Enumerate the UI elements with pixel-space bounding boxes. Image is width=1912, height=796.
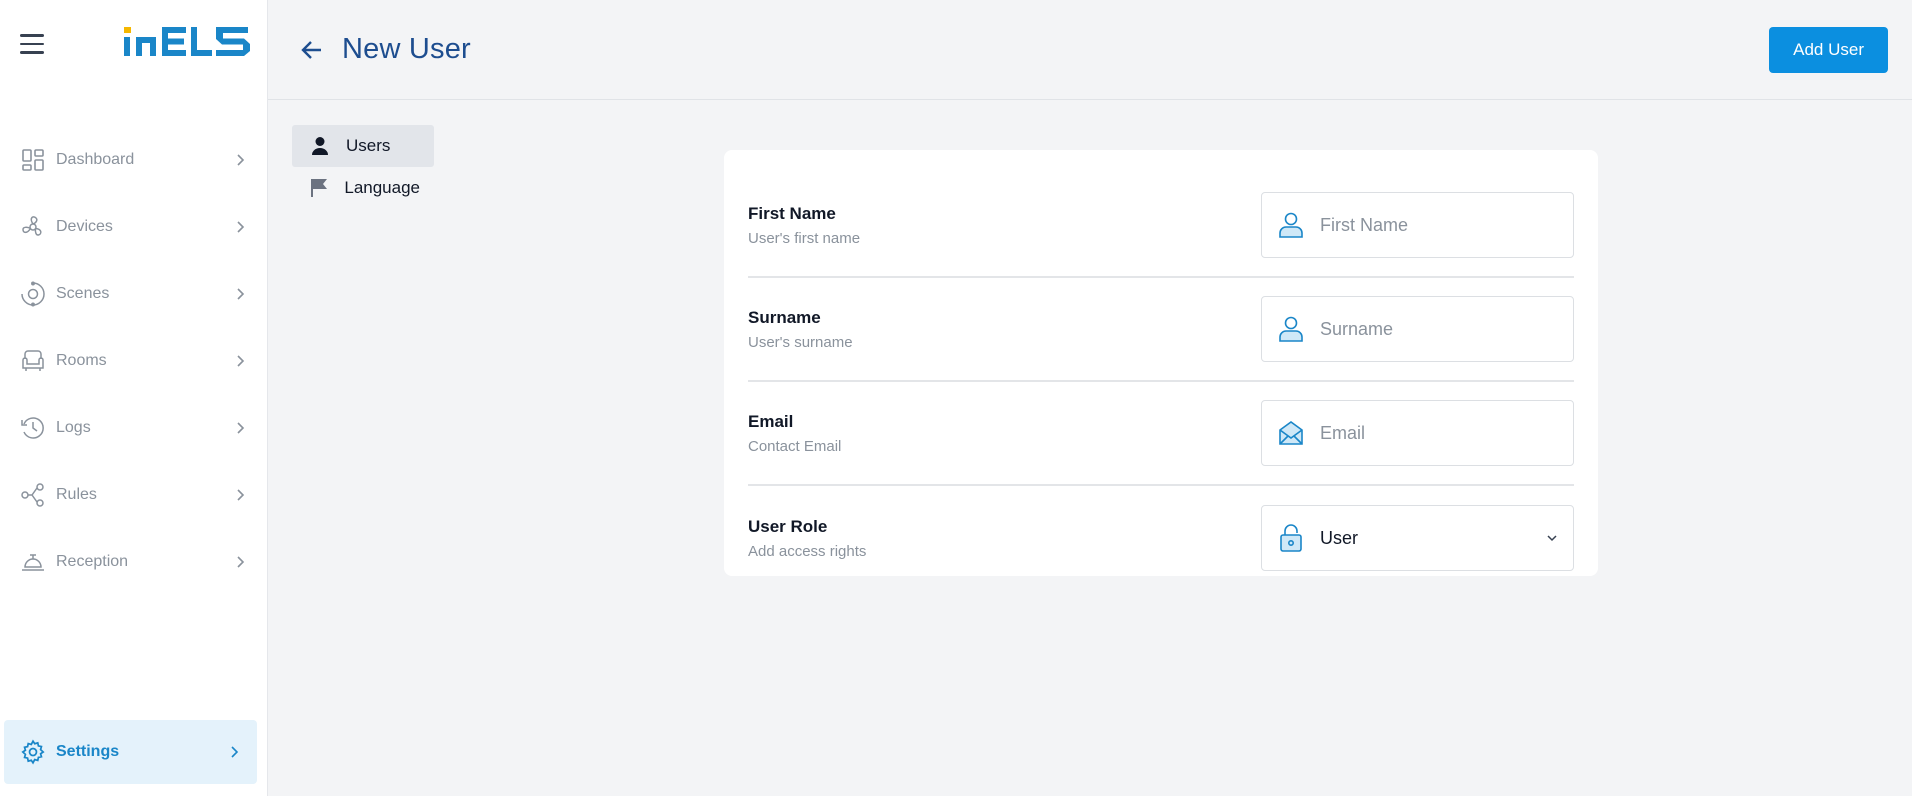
sidebar-item-label: Rooms <box>56 351 107 369</box>
user-icon <box>1276 210 1306 240</box>
first-name-field <box>1261 192 1574 258</box>
email-row: Email Contact Email <box>748 382 1574 486</box>
reception-bell-icon <box>20 549 46 575</box>
sidebar-item-label: Dashboard <box>56 150 135 168</box>
subnav-item-users[interactable]: Users <box>292 125 434 167</box>
lock-icon <box>1276 523 1306 553</box>
subnav-item-language[interactable]: Language <box>292 167 434 209</box>
main-content: New User Add User Users Language First N… <box>268 0 1912 796</box>
chevron-right-icon <box>237 555 245 568</box>
user-role-label: User Role <box>748 516 828 536</box>
page-header: New User Add User <box>268 0 1912 100</box>
sidebar-item-label: Reception <box>56 552 129 570</box>
sidebar-item-label: Logs <box>56 418 91 436</box>
chevron-right-icon <box>237 488 245 501</box>
rules-icon <box>20 482 46 508</box>
email-description: Contact Email <box>748 437 842 455</box>
inels-logo <box>124 26 250 62</box>
sidebar-item-rules[interactable]: Rules <box>0 461 267 528</box>
arrow-left-icon <box>301 40 321 59</box>
sidebar-nav: Dashboard Devices Scenes Rooms Logs Rule… <box>0 126 267 595</box>
sidebar-item-label: Scenes <box>56 284 110 302</box>
sidebar-item-reception[interactable]: Reception <box>0 528 267 595</box>
rooms-icon <box>20 348 46 374</box>
new-user-form: First Name User's first name Surname Use… <box>724 150 1598 576</box>
surname-field <box>1261 296 1574 362</box>
email-label: Email <box>748 411 794 431</box>
back-button[interactable] <box>296 34 328 66</box>
user-role-select[interactable]: User <box>1261 505 1574 571</box>
chevron-right-icon <box>237 287 245 300</box>
email-field <box>1261 400 1574 466</box>
chevron-right-icon <box>237 153 245 166</box>
sidebar: Dashboard Devices Scenes Rooms Logs Rule… <box>0 0 268 796</box>
envelope-icon <box>1276 418 1306 448</box>
logs-icon <box>20 415 46 441</box>
first-name-input[interactable] <box>1320 214 1559 236</box>
sidebar-item-logs[interactable]: Logs <box>0 394 267 461</box>
first-name-label: First Name <box>748 203 836 223</box>
devices-icon <box>20 214 46 240</box>
add-user-button[interactable]: Add User <box>1769 26 1888 73</box>
chevron-right-icon <box>237 421 245 434</box>
sidebar-item-settings[interactable]: Settings <box>4 720 257 784</box>
person-icon <box>310 136 330 156</box>
dashboard-icon <box>20 147 46 173</box>
flag-icon <box>310 178 328 198</box>
chevron-right-icon <box>237 354 245 367</box>
sidebar-header <box>0 0 267 88</box>
gear-icon <box>20 739 46 765</box>
chevron-right-icon <box>237 220 245 233</box>
surname-label: Surname <box>748 307 821 327</box>
user-icon <box>1276 314 1306 344</box>
subnav-item-label: Users <box>346 136 391 155</box>
scenes-icon <box>20 281 46 307</box>
sidebar-item-devices[interactable]: Devices <box>0 193 267 260</box>
sidebar-item-label: Settings <box>56 743 120 760</box>
sidebar-item-label: Devices <box>56 217 113 235</box>
surname-input[interactable] <box>1320 318 1559 340</box>
first-name-row: First Name User's first name <box>748 174 1574 278</box>
sidebar-item-rooms[interactable]: Rooms <box>0 327 267 394</box>
sidebar-item-label: Rules <box>56 485 97 503</box>
user-role-value: User <box>1320 527 1359 548</box>
settings-subnav: Users Language <box>292 125 434 209</box>
page-title: New User <box>342 33 471 65</box>
chevron-right-icon <box>231 746 239 758</box>
subnav-item-label: Language <box>344 178 420 197</box>
user-role-description: Add access rights <box>748 542 867 560</box>
sidebar-item-scenes[interactable]: Scenes <box>0 260 267 327</box>
user-role-row: User Role Add access rights User <box>748 486 1574 590</box>
first-name-description: User's first name <box>748 229 861 247</box>
menu-icon[interactable] <box>20 29 50 59</box>
chevron-down-icon <box>1547 535 1557 542</box>
email-input[interactable] <box>1320 422 1559 444</box>
surname-row: Surname User's surname <box>748 278 1574 382</box>
sidebar-item-dashboard[interactable]: Dashboard <box>0 126 267 193</box>
surname-description: User's surname <box>748 333 853 351</box>
